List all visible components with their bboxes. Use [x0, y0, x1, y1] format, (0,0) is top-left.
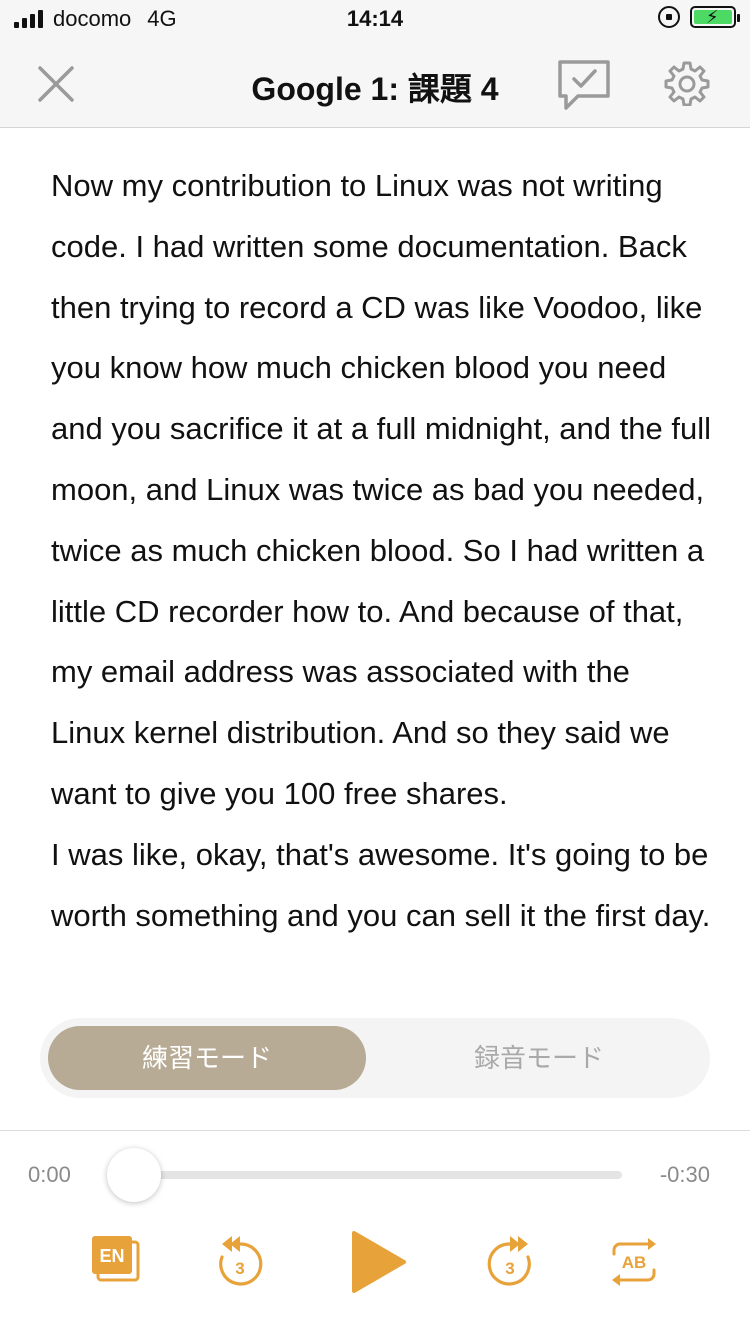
- comment-check-icon[interactable]: [556, 56, 612, 112]
- transcript-text: Now my contribution to Linux was not wri…: [51, 156, 711, 1128]
- battery-icon: ⚡: [690, 6, 740, 28]
- practice-mode-button[interactable]: 練習モード: [48, 1026, 366, 1090]
- remaining-time: -0:30: [659, 1162, 710, 1187]
- status-right: ⚡: [658, 6, 740, 28]
- rotation-lock-icon: [658, 6, 680, 28]
- status-time: 14:14: [346, 6, 404, 31]
- en-label: EN: [99, 1246, 124, 1266]
- progress-track[interactable]: [134, 1171, 622, 1179]
- forward-seconds-label: 3: [505, 1259, 514, 1278]
- ab-repeat-icon[interactable]: AB: [604, 1232, 664, 1292]
- gear-icon[interactable]: [664, 60, 710, 106]
- elapsed-time: 0:00: [28, 1162, 71, 1187]
- record-mode-button[interactable]: 録音モード: [380, 1026, 698, 1090]
- transcript-paragraph: Now my contribution to Linux was not wri…: [51, 168, 711, 811]
- transcript-paragraph: I was like, okay, that's awesome. It's g…: [51, 836, 711, 933]
- rewind-icon[interactable]: 3: [210, 1232, 270, 1292]
- fast-forward-icon[interactable]: 3: [480, 1232, 540, 1292]
- audio-player: 0:00 -0:30 EN 3 3 AB: [0, 1130, 750, 1334]
- nav-bar: Google 1: 課題 4: [0, 40, 750, 128]
- ab-label: AB: [622, 1253, 647, 1272]
- page-title: Google 1: 課題 4: [251, 71, 499, 107]
- en-subtitle-toggle-icon[interactable]: EN: [88, 1232, 148, 1292]
- play-icon[interactable]: [344, 1229, 410, 1295]
- mode-toggle: 練習モード 録音モード: [40, 1018, 710, 1098]
- status-bar: docomo 4G 14:14 ⚡: [0, 0, 750, 40]
- rewind-seconds-label: 3: [235, 1259, 244, 1278]
- progress-thumb[interactable]: [107, 1148, 161, 1202]
